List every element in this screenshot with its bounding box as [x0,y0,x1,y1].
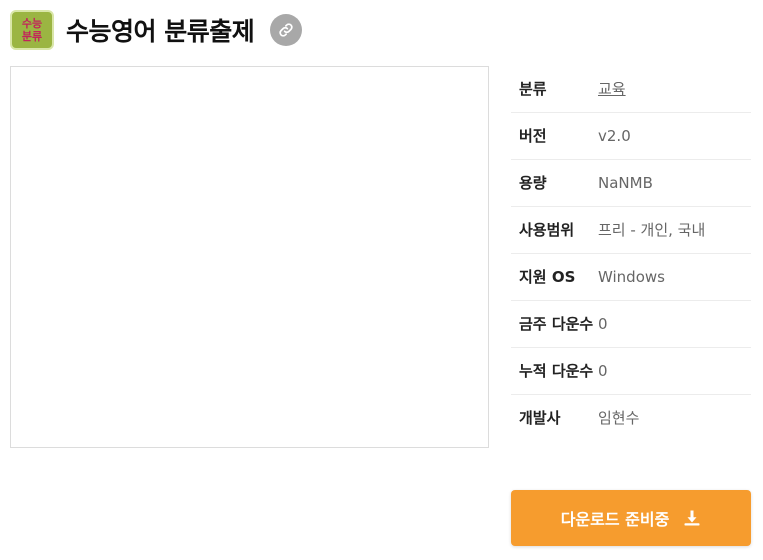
download-button-label: 다운로드 준비중 [560,510,670,529]
info-label: 분류 [519,80,547,98]
info-row-size: 용량 NaNMB [511,160,751,207]
info-row-weekly-downloads: 금주 다운수 0 [511,301,751,348]
link-icon [279,23,293,37]
logo-text-line-1: 수능 [21,17,43,30]
app-logo: 수능 분류 [10,10,54,50]
info-row-license: 사용범위 프리 - 개인, 국내 [511,207,751,254]
info-row-os: 지원 OS Windows [511,254,751,301]
info-label: 금주 다운수 [519,315,594,333]
info-table: 분류 교육 버전 v2.0 용량 NaNMB 사용범위 프리 - 개인, 국내 … [511,66,751,441]
download-icon [683,509,701,527]
info-value: v2.0 [598,127,631,145]
share-link-button[interactable] [270,14,303,46]
logo-text-line-2: 분류 [21,30,43,43]
info-label: 누적 다운수 [519,362,594,380]
info-row-category: 분류 교육 [511,66,751,113]
info-label: 지원 OS [519,268,576,286]
info-value: Windows [598,268,665,286]
info-row-total-downloads: 누적 다운수 0 [511,348,751,395]
info-value: 프리 - 개인, 국내 [598,221,706,239]
info-value: 교육 [598,77,751,101]
info-value: NaNMB [598,174,653,192]
info-row-version: 버전 v2.0 [511,113,751,160]
info-value: 임현수 [598,409,640,427]
download-button[interactable]: 다운로드 준비중 [511,490,751,546]
info-value: 0 [598,362,608,380]
info-label: 버전 [519,127,547,145]
info-label: 용량 [519,174,547,192]
category-link[interactable]: 교육 [598,80,626,98]
info-value: 0 [598,315,608,333]
info-label: 개발사 [519,409,561,427]
page-header: 수능 분류 수능영어 분류출제 [10,10,303,50]
preview-area [10,66,489,448]
page-title: 수능영어 분류출제 [66,17,255,46]
info-row-developer: 개발사 임현수 [511,395,751,441]
info-label: 사용범위 [519,221,575,239]
